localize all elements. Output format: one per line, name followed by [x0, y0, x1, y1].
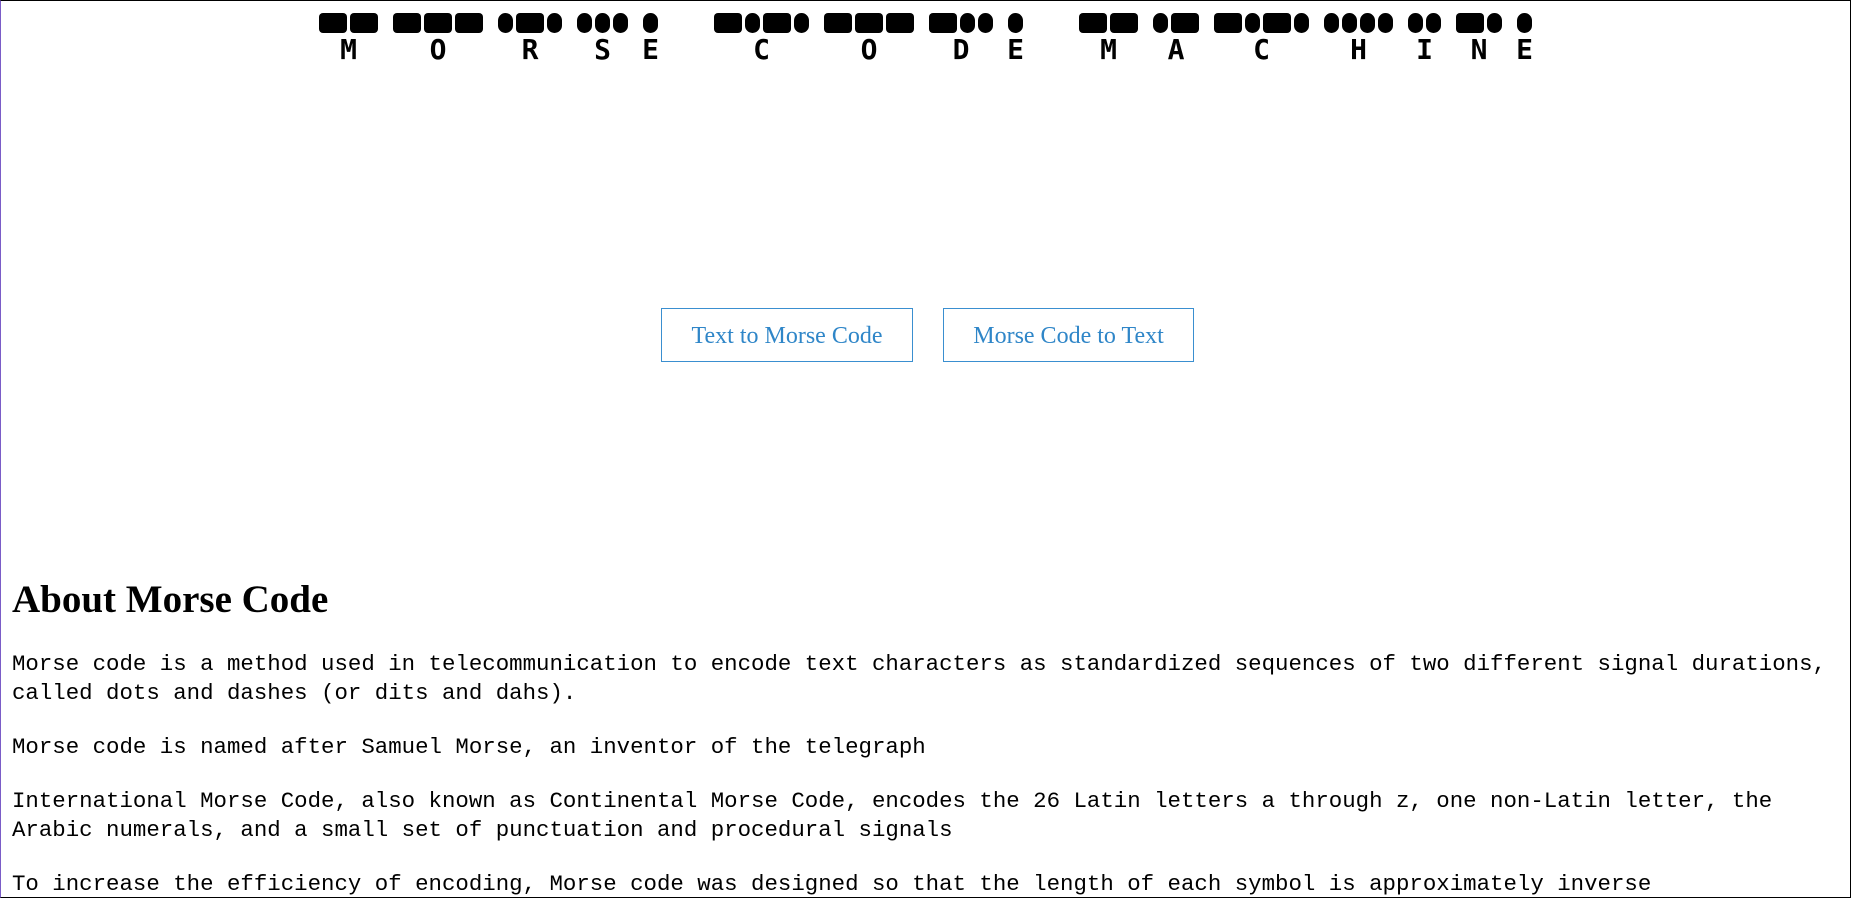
- logo-letter: S: [594, 33, 611, 65]
- morse-dot: [1245, 13, 1260, 33]
- morse-code-machine-logo: MORSECODEMACHINE: [1, 11, 1850, 65]
- morse-dash: [393, 13, 421, 33]
- morse-dot: [595, 13, 610, 33]
- logo-letter: E: [1007, 33, 1024, 65]
- logo-letter: E: [642, 33, 659, 65]
- morse-dot: [1153, 13, 1168, 33]
- morse-dot: [613, 13, 628, 33]
- morse-dash: [824, 13, 852, 33]
- logo-letter: E: [1516, 33, 1533, 65]
- morse-dot: [577, 13, 592, 33]
- text-to-morse-button[interactable]: Text to Morse Code: [661, 308, 913, 362]
- logo-letter: A: [1168, 33, 1185, 65]
- morse-dash: [319, 13, 347, 33]
- logo-letter: H: [1350, 33, 1367, 65]
- morse-dot: [1008, 13, 1023, 33]
- about-paragraph-3: International Morse Code, also known as …: [12, 788, 1773, 843]
- morse-dot: [1408, 13, 1423, 33]
- mode-button-row: Text to Morse Code Morse Code to Text: [1, 308, 1850, 364]
- about-paragraph-2: Morse code is named after Samuel Morse, …: [12, 734, 926, 760]
- morse-dot: [1517, 13, 1532, 33]
- logo-letter: M: [1100, 33, 1117, 65]
- morse-dot: [1360, 13, 1375, 33]
- morse-dash: [929, 13, 957, 33]
- morse-dot: [498, 13, 513, 33]
- morse-dot: [978, 13, 993, 33]
- about-heading: About Morse Code: [12, 578, 329, 621]
- logo-letter: R: [522, 33, 539, 65]
- morse-dash: [1171, 13, 1199, 33]
- morse-dash: [1110, 13, 1138, 33]
- morse-to-text-button[interactable]: Morse Code to Text: [943, 308, 1194, 362]
- morse-dash: [763, 13, 791, 33]
- morse-dash: [1456, 13, 1484, 33]
- morse-dot: [1324, 13, 1339, 33]
- morse-dash: [516, 13, 544, 33]
- morse-dot: [745, 13, 760, 33]
- page-frame: MORSECODEMACHINE Text to Morse Code Mors…: [0, 0, 1851, 898]
- morse-dot: [1378, 13, 1393, 33]
- logo-letter: C: [1253, 33, 1270, 65]
- morse-dot: [1426, 13, 1441, 33]
- morse-dash: [455, 13, 483, 33]
- morse-dot: [794, 13, 809, 33]
- logo-letter: M: [340, 33, 357, 65]
- logo-graphic: MORSECODEMACHINE: [319, 13, 1533, 65]
- logo-letter: I: [1416, 33, 1433, 65]
- morse-dash: [1263, 13, 1291, 33]
- about-paragraph-4: To increase the efficiency of encoding, …: [12, 871, 1652, 897]
- morse-dash: [1214, 13, 1242, 33]
- morse-dash: [424, 13, 452, 33]
- about-section: About Morse Code Morse code is a method …: [12, 576, 1840, 897]
- morse-dash: [855, 13, 883, 33]
- morse-dash: [886, 13, 914, 33]
- logo-letter: D: [953, 33, 970, 65]
- morse-dash: [1079, 13, 1107, 33]
- logo-letter: O: [430, 33, 447, 65]
- morse-dot: [960, 13, 975, 33]
- logo-letter: C: [753, 33, 770, 65]
- morse-dot: [1342, 13, 1357, 33]
- morse-dot: [547, 13, 562, 33]
- morse-dash: [714, 13, 742, 33]
- morse-dot: [1487, 13, 1502, 33]
- about-paragraph-1: Morse code is a method used in telecommu…: [12, 651, 1826, 706]
- morse-dash: [350, 13, 378, 33]
- logo-letter: O: [861, 33, 878, 65]
- morse-dot: [1294, 13, 1309, 33]
- morse-dot: [643, 13, 658, 33]
- logo-letter: N: [1471, 33, 1488, 65]
